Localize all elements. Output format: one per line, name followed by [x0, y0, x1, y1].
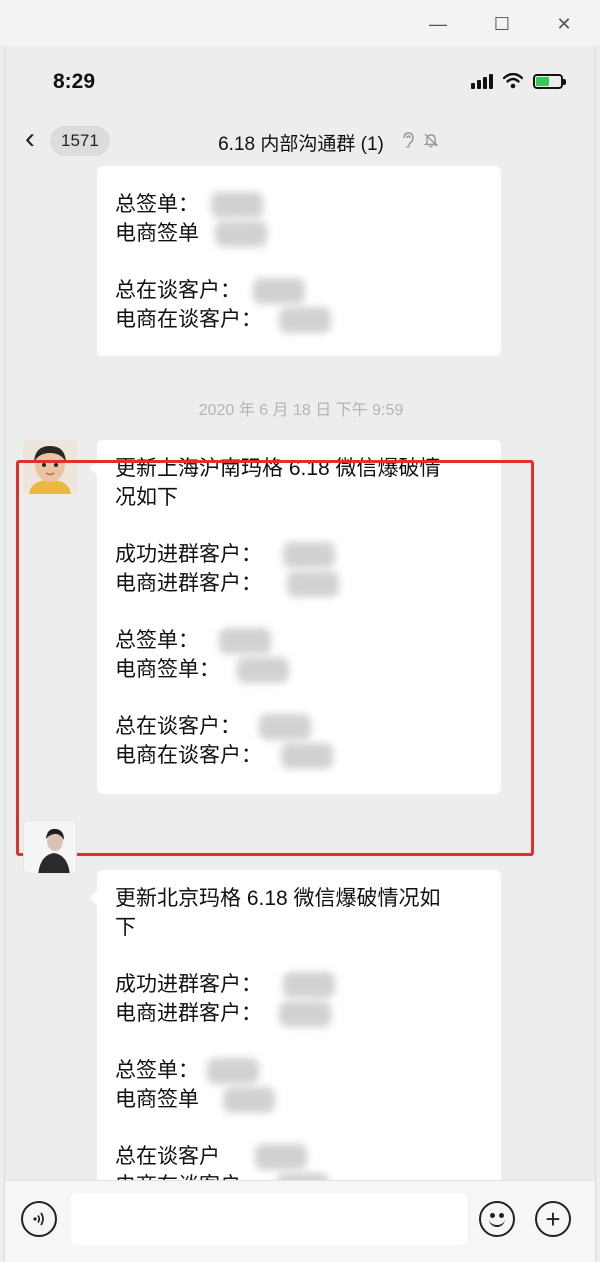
message-list: 总签单： 电商签单 总在谈客户： 电商在谈客户： 2020 年 6 月 18 日… [5, 166, 595, 1220]
message-line: 电商签单： [115, 655, 483, 684]
cellular-signal-icon [471, 73, 493, 89]
message-bubble[interactable]: 更新北京玛格 6.18 微信爆破情况如 下 成功进群客户： 电商进群客户： 总签… [89, 870, 501, 1220]
message-line: 总签单： [115, 1056, 483, 1085]
emoji-icon[interactable] [479, 1201, 515, 1237]
redacted-value [283, 542, 335, 568]
voice-icon[interactable] [21, 1201, 57, 1237]
wifi-icon [503, 73, 523, 89]
redacted-value [219, 628, 271, 654]
chat-status-icons [401, 132, 439, 152]
message-input[interactable] [71, 1193, 467, 1245]
message-line: 电商在谈客户： [115, 305, 483, 334]
redacted-value [281, 743, 333, 769]
close-icon[interactable]: ✕ [552, 12, 576, 36]
message-bubble[interactable]: 总签单： 电商签单 总在谈客户： 电商在谈客户： [97, 166, 501, 356]
message-line: 电商在谈客户： [115, 741, 483, 770]
input-bar: + [5, 1180, 595, 1262]
redacted-value [253, 278, 305, 304]
message-line: 总签单： [115, 190, 483, 219]
redacted-value [279, 1001, 331, 1027]
message-bubble[interactable]: 更新上海沪南玛格 6.18 微信爆破情 况如下 成功进群客户： 电商进群客户： … [89, 440, 501, 794]
message-timestamp: 2020 年 6 月 18 日 下午 9:59 [198, 402, 404, 419]
message-line: 更新北京玛格 6.18 微信爆破情况如 [115, 887, 441, 910]
chat-title: 6.18 内部沟通群 (1) [218, 134, 384, 155]
redacted-value [287, 571, 339, 597]
message-line: 电商进群客户： [115, 569, 483, 598]
status-time: 8:29 [53, 70, 96, 93]
message-line: 总在谈客户： [115, 712, 483, 741]
chat-header: ‹ 1571 6.18 内部沟通群 (1) [5, 118, 595, 168]
message-line: 总签单： [115, 626, 483, 655]
battery-icon [533, 73, 566, 89]
minimize-icon[interactable]: — [426, 12, 450, 36]
plus-icon[interactable]: + [535, 1201, 571, 1237]
redacted-value [223, 1087, 275, 1113]
redacted-value [237, 657, 289, 683]
message-line: 下 [115, 916, 136, 939]
message-line: 总在谈客户 [115, 1142, 483, 1171]
message-line: 况如下 [115, 486, 178, 509]
redacted-value [283, 972, 335, 998]
message-line: 成功进群客户： [115, 970, 483, 999]
message-line: 成功进群客户： [115, 540, 483, 569]
ear-icon [401, 132, 415, 152]
avatar[interactable] [23, 820, 77, 874]
message-line: 更新上海沪南玛格 6.18 微信爆破情 [115, 457, 441, 480]
window-title-bar: — ☐ ✕ [0, 0, 600, 46]
phone-screen: 8:29 ‹ 1571 6.18 内部沟通群 (1) 总签单： 电商签单 总在谈… [4, 46, 596, 1262]
redacted-value [259, 714, 311, 740]
message-line: 电商签单 [115, 219, 483, 248]
redacted-value [215, 221, 267, 247]
message-line: 电商进群客户： [115, 999, 483, 1028]
message-line: 电商签单 [115, 1085, 483, 1114]
redacted-value [207, 1058, 259, 1084]
status-icons [471, 73, 566, 89]
redacted-value [255, 1144, 307, 1170]
avatar[interactable] [23, 440, 77, 494]
redacted-value [211, 192, 263, 218]
mute-bell-icon [423, 132, 439, 152]
status-bar: 8:29 [5, 46, 595, 118]
redacted-value [279, 307, 331, 333]
message-line: 总在谈客户： [115, 276, 483, 305]
maximize-icon[interactable]: ☐ [490, 12, 514, 36]
